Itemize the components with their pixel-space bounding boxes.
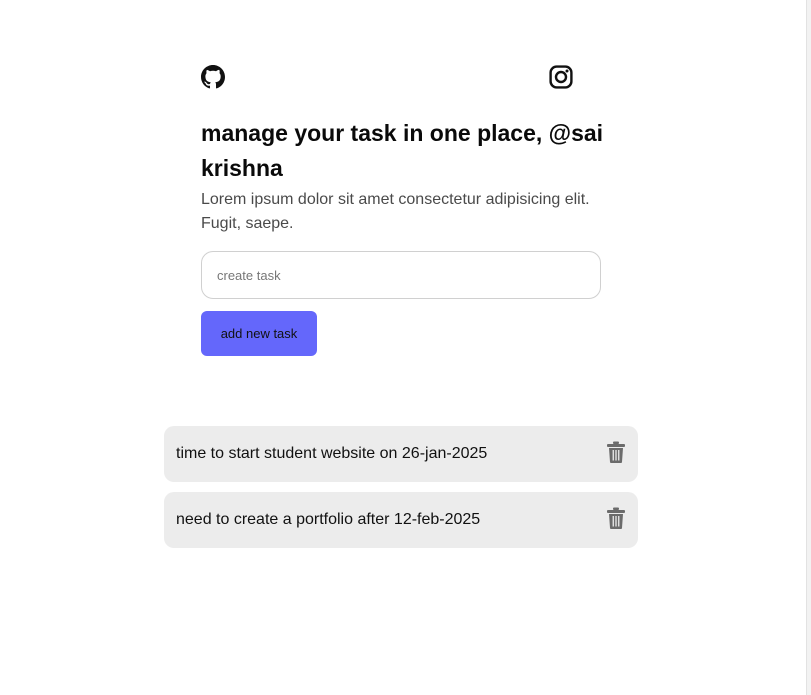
task-item: time to start student website on 26-jan-… (164, 426, 638, 482)
task-text: need to create a portfolio after 12-feb-… (176, 511, 481, 528)
task-list: time to start student website on 26-jan-… (164, 426, 638, 558)
scrollbar-track[interactable] (806, 0, 811, 695)
page-description: Lorem ipsum dolor sit amet consectetur a… (201, 191, 590, 232)
trash-icon[interactable] (607, 441, 625, 463)
task-text: time to start student website on 26-jan-… (176, 445, 488, 462)
create-task-input[interactable] (201, 251, 601, 299)
todo-page: manage your task in one place, @sai kris… (0, 0, 811, 695)
github-icon[interactable] (201, 65, 225, 89)
trash-icon[interactable] (607, 507, 625, 529)
instagram-icon[interactable] (549, 65, 573, 89)
add-new-task-button[interactable]: add new task (201, 311, 317, 356)
task-item: need to create a portfolio after 12-feb-… (164, 492, 638, 548)
page-title: manage your task in one place, @sai kris… (201, 120, 604, 181)
